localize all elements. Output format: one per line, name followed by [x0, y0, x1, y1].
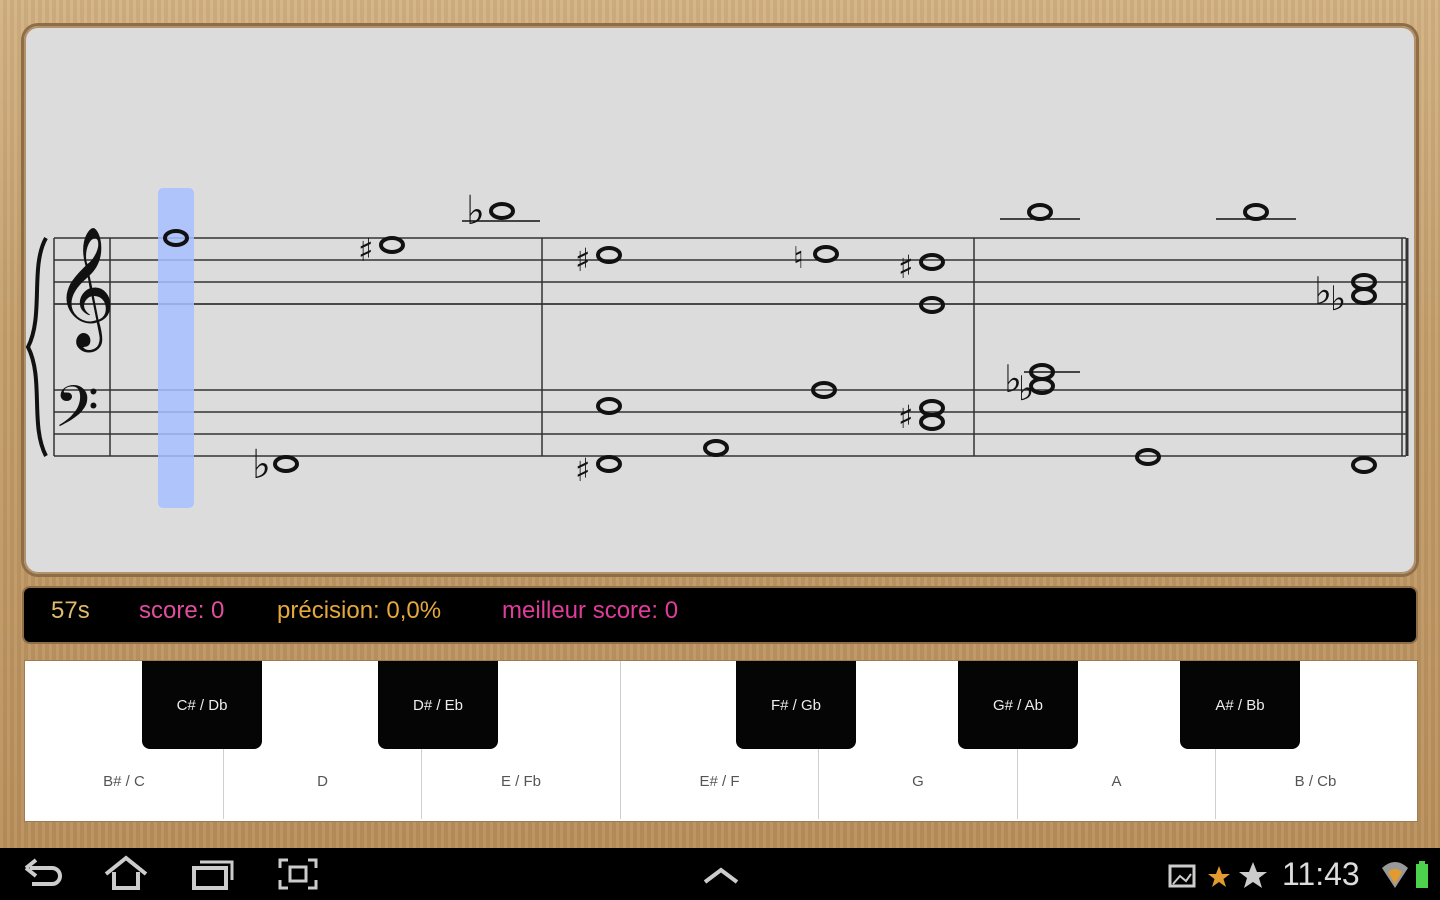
star-icon: [1204, 854, 1234, 894]
score-text: score: 0: [139, 597, 225, 624]
key-label: F# / Gb: [770, 697, 822, 714]
svg-text:♯: ♯: [575, 451, 590, 489]
score-status-bar: 57s score: 0 précision: 0,0% meilleur sc…: [24, 588, 1416, 642]
brace: [25, 237, 48, 457]
battery-icon: [1412, 854, 1434, 894]
screenshot-icon[interactable]: [274, 854, 322, 894]
grand-staff: 𝄞 𝄢 ♯ ♭ ♭ ♯ ♮ ♯ ♯ ♯ ♭ ♭ ♭ ♭: [25, 188, 1409, 508]
home-icon[interactable]: [102, 854, 150, 894]
black-key-fsharp[interactable]: F# / Gb: [736, 661, 856, 749]
key-label: E / Fb: [500, 773, 541, 790]
black-key-dsharp[interactable]: D# / Eb: [378, 661, 498, 749]
notes: ♯ ♭ ♭ ♯ ♮ ♯ ♯ ♯ ♭ ♭ ♭ ♭: [163, 188, 1377, 489]
timer-text: 57s: [51, 597, 90, 624]
bass-clef: 𝄢: [54, 373, 99, 455]
recent-apps-icon[interactable]: [188, 854, 236, 894]
key-label: A: [1111, 773, 1122, 790]
key-label: G: [912, 773, 924, 790]
key-label: D: [317, 773, 328, 790]
up-chevron-icon[interactable]: [697, 854, 745, 894]
svg-text:♯: ♯: [898, 248, 913, 286]
svg-text:♮: ♮: [793, 241, 804, 276]
best-score-text: meilleur score: 0: [502, 597, 679, 624]
music-staff-panel: 𝄞 𝄢 ♯ ♭ ♭ ♯ ♮ ♯ ♯ ♯ ♭ ♭ ♭ ♭: [24, 26, 1416, 574]
key-label: A# / Bb: [1215, 697, 1265, 714]
key-label: E# / F: [699, 773, 740, 790]
treble-staff-lines: [54, 237, 1406, 305]
black-key-csharp[interactable]: C# / Db: [142, 661, 262, 749]
key-label: B# / C: [103, 773, 145, 790]
precision-text: précision: 0,0%: [277, 597, 442, 624]
black-key-gsharp[interactable]: G# / Ab: [958, 661, 1078, 749]
svg-text:♭: ♭: [252, 442, 271, 488]
star-icon: [1236, 854, 1270, 894]
wifi-icon: [1378, 854, 1412, 894]
key-label: B / Cb: [1294, 773, 1337, 790]
svg-text:♭: ♭: [466, 188, 485, 234]
barlines: [53, 238, 1403, 456]
svg-text:♯: ♯: [898, 398, 913, 436]
black-key-asharp[interactable]: A# / Bb: [1180, 661, 1300, 749]
svg-text:♯: ♯: [575, 241, 590, 279]
key-label: C# / Db: [176, 697, 228, 714]
svg-text:♭: ♭: [1330, 279, 1346, 319]
key-label: D# / Eb: [412, 697, 464, 714]
treble-clef: 𝄞: [54, 225, 115, 352]
back-icon[interactable]: [20, 854, 68, 894]
clock-text: 11:43: [1282, 856, 1360, 892]
gallery-icon: [1164, 854, 1200, 894]
key-label: G# / Ab: [992, 697, 1044, 714]
piano-keyboard: B# / C D E / Fb E# / F G A B / Cb C# / D…: [24, 660, 1418, 822]
system-navigation-bar: 11:43: [0, 848, 1440, 900]
svg-text:♯: ♯: [358, 231, 373, 269]
